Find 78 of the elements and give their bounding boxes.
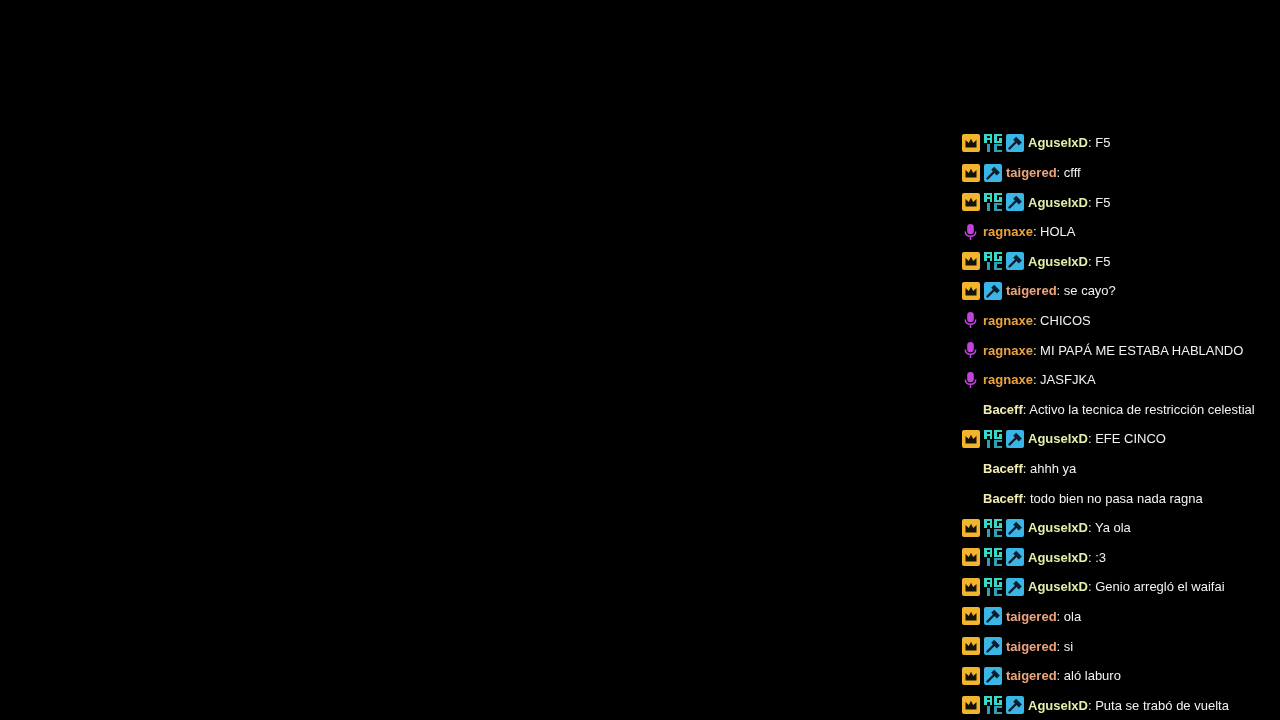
chat-message-text: : aló laburo xyxy=(1056,668,1121,684)
chat-message-text: : EFE CINCO xyxy=(1087,431,1166,447)
chat-username: AguselxD xyxy=(1028,549,1088,565)
chat-message-text: : Activo la tecnica de restricción celestial xyxy=(1022,401,1255,417)
chat-message-text: : Ya ola xyxy=(1087,520,1131,536)
crown-badge-icon xyxy=(962,429,980,448)
chat-message-text: : todo bien no pasa nada ragna xyxy=(1022,490,1203,506)
chat-message-text: : MI PAPÁ ME ESTABA HABLANDO xyxy=(1032,342,1244,358)
hammer-badge-icon xyxy=(1006,518,1024,537)
pixel-art-badge-icon xyxy=(984,133,1002,152)
chat-username: AguselxD xyxy=(1028,431,1088,447)
hammer-badge-icon xyxy=(1006,193,1024,212)
pixel-art-badge-icon xyxy=(984,429,1002,448)
chat-username: taigered xyxy=(1006,638,1057,654)
crown-badge-icon xyxy=(962,666,980,685)
chat-message-text: : cfff xyxy=(1056,165,1081,180)
crown-badge-icon xyxy=(962,607,980,626)
crown-badge-icon xyxy=(962,548,980,567)
chat-username: AguselxD xyxy=(1028,135,1088,151)
microphone-icon xyxy=(962,341,979,360)
pixel-art-badge-icon xyxy=(984,548,1002,567)
chat-message-text: : ahhh ya xyxy=(1022,460,1077,476)
chat-username: AguselxD xyxy=(1028,194,1088,210)
chat-username: ragnaxe xyxy=(983,342,1033,358)
hammer-badge-icon xyxy=(1006,548,1024,567)
crown-badge-icon xyxy=(962,281,980,300)
chat-message-text: : JASFJKA xyxy=(1032,372,1096,388)
chat-message-text: : Genio arregló el waifai xyxy=(1087,579,1225,595)
chat-message-text: : F5 xyxy=(1087,253,1111,269)
hammer-badge-icon xyxy=(1006,429,1024,448)
hammer-badge-icon xyxy=(984,281,1002,300)
pixel-art-badge-icon xyxy=(984,696,1002,715)
chat-username: ragnaxe xyxy=(983,224,1033,240)
chat-username: Baceff xyxy=(983,460,1023,476)
chat-username: AguselxD xyxy=(1028,579,1088,595)
crown-badge-icon xyxy=(962,252,980,271)
chat-message-text: : F5 xyxy=(1087,135,1111,151)
microphone-icon xyxy=(962,311,979,330)
crown-badge-icon xyxy=(962,696,980,715)
chat-username: Baceff xyxy=(983,401,1023,417)
hammer-badge-icon xyxy=(984,666,1002,685)
chat-username: taigered xyxy=(1006,283,1057,299)
pixel-art-badge-icon xyxy=(984,518,1002,537)
chat-username: taigered xyxy=(1006,608,1057,624)
pixel-art-badge-icon xyxy=(984,252,1002,271)
crown-badge-icon xyxy=(962,637,980,655)
chat-username: AguselxD xyxy=(1028,520,1088,536)
chat-username: Baceff xyxy=(983,490,1023,506)
chat-username: AguselxD xyxy=(1028,253,1088,269)
crown-badge-icon xyxy=(962,577,980,596)
chat-message-text: : se cayo? xyxy=(1056,283,1116,299)
crown-badge-icon xyxy=(962,518,980,537)
hammer-badge-icon xyxy=(1006,252,1024,271)
chat-message-text: : si xyxy=(1056,638,1074,654)
hammer-badge-icon xyxy=(984,637,1002,655)
chat-message-text: : :3 xyxy=(1087,549,1107,565)
chat-message-text: : ola xyxy=(1056,608,1082,624)
microphone-icon xyxy=(962,370,979,389)
chat-username: ragnaxe xyxy=(983,313,1033,328)
hammer-badge-icon xyxy=(1006,577,1024,596)
hammer-badge-icon xyxy=(984,163,1002,182)
pixel-art-badge-icon xyxy=(984,193,1002,212)
hammer-badge-icon xyxy=(1006,696,1024,715)
microphone-icon xyxy=(962,222,979,241)
crown-badge-icon xyxy=(962,163,980,182)
chat-message-text: : Puta se trabó de vuelta xyxy=(1087,697,1229,713)
hammer-badge-icon xyxy=(984,607,1002,626)
hammer-badge-icon xyxy=(1006,133,1024,152)
chat-username: AguselxD xyxy=(1028,697,1088,713)
chat-username: taigered xyxy=(1006,668,1057,684)
chat-username: ragnaxe xyxy=(983,372,1033,388)
chat-username: taigered xyxy=(1006,165,1057,180)
chat-message-text: : CHICOS xyxy=(1032,313,1091,328)
crown-badge-icon xyxy=(962,193,980,212)
chat-message-text: : HOLA xyxy=(1032,224,1076,240)
crown-badge-icon xyxy=(962,133,980,152)
pixel-art-badge-icon xyxy=(984,577,1002,596)
chat-message-text: : F5 xyxy=(1087,194,1111,210)
